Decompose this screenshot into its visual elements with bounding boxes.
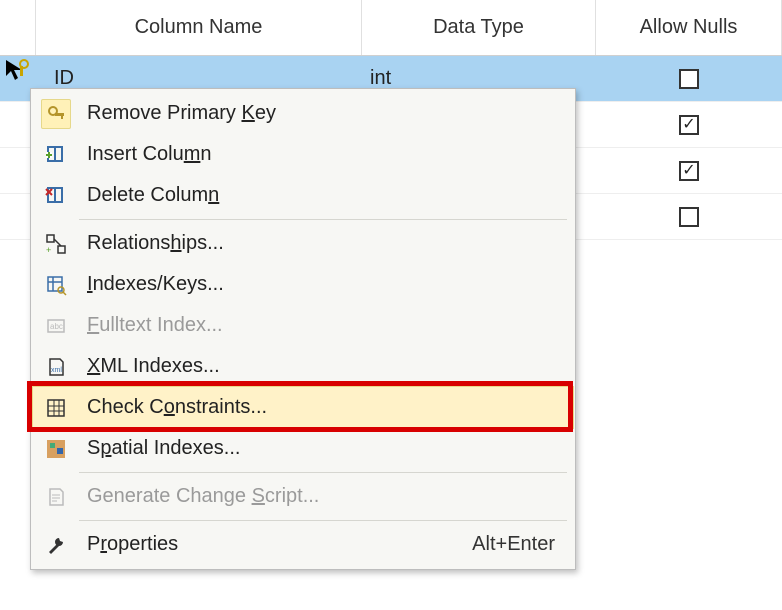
menu-item-label: Remove Primary Key — [73, 102, 563, 125]
svg-text:abc: abc — [50, 322, 63, 331]
menu-separator — [79, 472, 567, 473]
menu-item-label: Delete Column — [73, 184, 563, 207]
key-icon — [39, 99, 73, 129]
data-type-header[interactable]: Data Type — [362, 0, 596, 55]
menu-item-properties[interactable]: PropertiesAlt+Enter — [33, 524, 573, 565]
menu-item-label: Check Constraints... — [73, 396, 563, 419]
indexes-keys-icon — [39, 272, 73, 298]
svg-text:xml: xml — [51, 367, 62, 374]
allow-nulls-cell[interactable] — [596, 102, 782, 147]
menu-item-relationships[interactable]: + Relationships... — [33, 223, 573, 264]
menu-separator — [79, 219, 567, 220]
spatial-icon — [39, 436, 73, 462]
context-menu: Remove Primary Key Insert Column Delete Co… — [30, 88, 576, 570]
wrench-icon — [39, 532, 73, 558]
menu-item-delete-col[interactable]: Delete Column — [33, 175, 573, 216]
table-header: Column Name Data Type Allow Nulls — [0, 0, 782, 56]
delete-column-icon — [39, 183, 73, 209]
menu-item-fulltext: abc Fulltext Index... — [33, 305, 573, 346]
allow-nulls-checkbox[interactable] — [679, 161, 699, 181]
menu-item-label: XML Indexes... — [73, 355, 563, 378]
menu-item-label: Indexes/Keys... — [73, 273, 563, 296]
menu-item-indexes-keys[interactable]: Indexes/Keys... — [33, 264, 573, 305]
menu-item-shortcut: Alt+Enter — [472, 533, 563, 556]
menu-item-label: Insert Column — [73, 143, 563, 166]
menu-item-label: Relationships... — [73, 232, 563, 255]
row-selector-header — [0, 0, 36, 55]
menu-item-insert-col[interactable]: Insert Column — [33, 134, 573, 175]
primary-key-row-indicator — [4, 58, 32, 86]
menu-item-spatial[interactable]: Spatial Indexes... — [33, 428, 573, 469]
menu-item-xml-indexes[interactable]: xml XML Indexes... — [33, 346, 573, 387]
column-name-header[interactable]: Column Name — [36, 0, 362, 55]
allow-nulls-cell[interactable] — [596, 194, 782, 239]
allow-nulls-checkbox[interactable] — [679, 69, 699, 89]
script-icon — [39, 484, 73, 510]
insert-column-icon — [39, 142, 73, 168]
relationships-icon: + — [39, 231, 73, 257]
menu-item-label: Spatial Indexes... — [73, 437, 563, 460]
menu-item-label: Properties — [73, 533, 472, 556]
allow-nulls-cell[interactable] — [596, 148, 782, 193]
fulltext-icon: abc — [39, 313, 73, 339]
menu-item-gen-script: Generate Change Script... — [33, 476, 573, 517]
allow-nulls-cell[interactable] — [596, 56, 782, 101]
allow-nulls-checkbox[interactable] — [679, 115, 699, 135]
menu-item-label: Generate Change Script... — [73, 485, 563, 508]
allow-nulls-header[interactable]: Allow Nulls — [596, 0, 782, 55]
menu-item-label: Fulltext Index... — [73, 314, 563, 337]
menu-item-check-constraints[interactable]: Check Constraints... — [33, 387, 573, 428]
grid-icon — [39, 395, 73, 421]
allow-nulls-checkbox[interactable] — [679, 207, 699, 227]
menu-separator — [79, 520, 567, 521]
menu-item-remove-pk[interactable]: Remove Primary Key — [33, 93, 573, 134]
svg-text:+: + — [46, 245, 51, 255]
xml-icon: xml — [39, 354, 73, 380]
